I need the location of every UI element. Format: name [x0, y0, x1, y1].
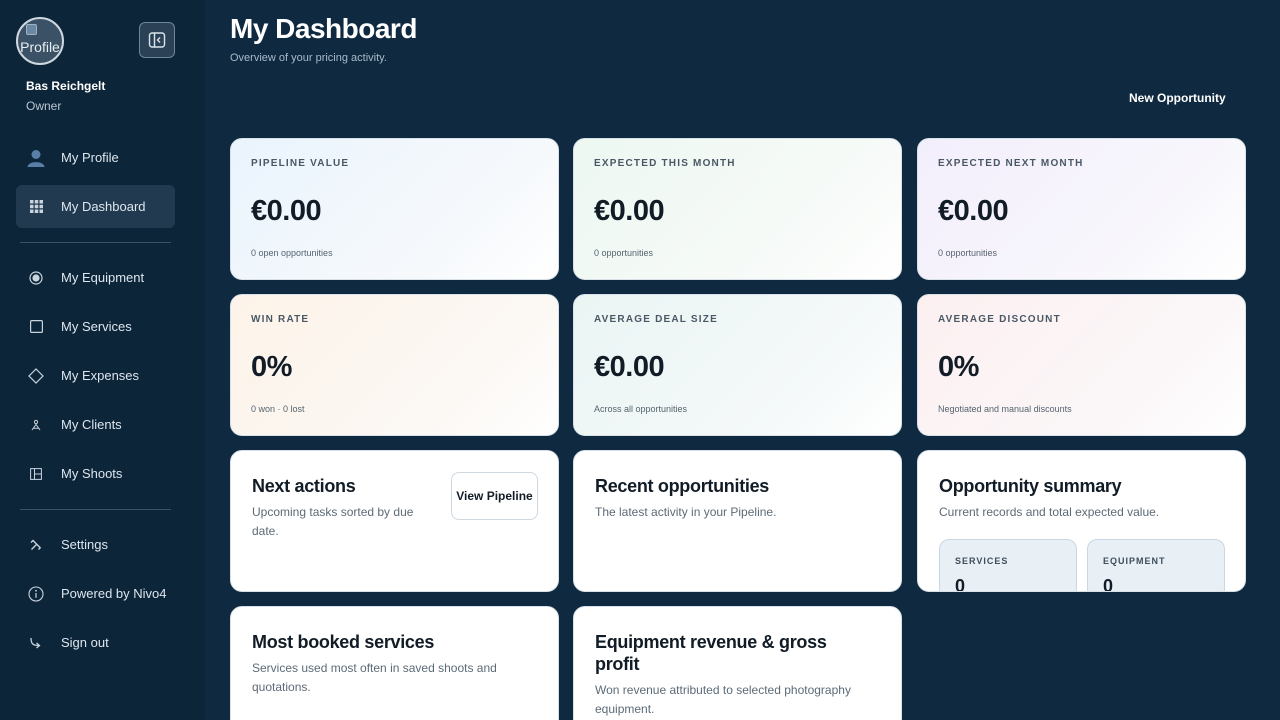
sidebar-item-label: My Equipment — [61, 270, 145, 285]
most-booked-services-panel: Most booked services Services used most … — [230, 606, 559, 720]
summary-tile-value: 0 — [1103, 576, 1114, 592]
panel-description: Won revenue attributed to selected photo… — [595, 683, 851, 716]
sidebar-collapse-icon — [148, 32, 166, 48]
square-icon — [26, 320, 46, 333]
stat-value: 0% — [251, 351, 292, 383]
sidebar-item-label: My Shoots — [61, 466, 123, 481]
sidebar-item-sign-out[interactable]: Sign out — [16, 621, 175, 664]
user-role: Owner — [26, 99, 62, 113]
stat-card-expected-next-month: EXPECTED NEXT MONTH €0.00 0 opportunitie… — [917, 138, 1246, 280]
panel-title: Equipment revenue & gross profit — [595, 632, 827, 674]
stat-label: EXPECTED NEXT MONTH — [938, 158, 1084, 169]
film-icon — [26, 467, 46, 480]
stat-card-average-deal-size: AVERAGE DEAL SIZE €0.00 Across all oppor… — [573, 294, 902, 436]
panel-description: The latest activity in your Pipeline. — [595, 505, 777, 519]
panel-description: Current records and total expected value… — [939, 505, 1160, 519]
sidebar-item-label: Sign out — [61, 635, 109, 650]
stat-label: AVERAGE DEAL SIZE — [594, 314, 718, 325]
stat-label: PIPELINE VALUE — [251, 158, 350, 169]
recent-opportunities-panel: Recent opportunities The latest activity… — [573, 450, 902, 592]
person-icon — [26, 419, 46, 431]
stat-subtext: Negotiated and manual discounts — [938, 404, 1072, 414]
broken-image-icon — [26, 24, 37, 35]
stat-label: EXPECTED THIS MONTH — [594, 158, 736, 169]
sidebar: Profile Bas Reichgelt Owner My Profile M… — [0, 0, 205, 720]
next-actions-panel: Next actions Upcoming tasks sorted by du… — [230, 450, 559, 592]
stat-label: WIN RATE — [251, 314, 310, 325]
user-name: Bas Reichgelt — [26, 79, 106, 93]
summary-tile-label: EQUIPMENT — [1103, 556, 1166, 566]
avatar[interactable]: Profile — [16, 17, 64, 65]
camera-lens-icon — [26, 270, 46, 285]
opportunity-summary-panel: Opportunity summary Current records and … — [917, 450, 1246, 592]
summary-services-tile: SERVICES 0 — [939, 539, 1077, 592]
sidebar-item-label: Powered by Nivo4 — [61, 586, 167, 601]
sidebar-item-label: My Dashboard — [61, 199, 146, 214]
sidebar-item-powered-by[interactable]: Powered by Nivo4 — [16, 572, 175, 615]
sidebar-item-label: My Expenses — [61, 368, 140, 383]
diamond-icon — [26, 367, 46, 384]
stat-value: 0% — [938, 351, 979, 383]
stat-subtext: 0 opportunities — [938, 248, 998, 258]
sidebar-item-label: My Clients — [61, 417, 122, 432]
panel-title: Opportunity summary — [939, 476, 1122, 496]
panel-title: Recent opportunities — [595, 476, 770, 496]
panel-title: Most booked services — [252, 632, 435, 652]
stat-value: €0.00 — [251, 195, 322, 227]
sidebar-item-my-equipment[interactable]: My Equipment — [16, 256, 175, 299]
info-icon — [26, 585, 46, 602]
stat-subtext: 0 won · 0 lost — [251, 404, 305, 414]
sign-out-icon — [26, 637, 46, 649]
user-icon — [26, 148, 46, 168]
sidebar-item-my-services[interactable]: My Services — [16, 305, 175, 348]
stat-card-win-rate: WIN RATE 0% 0 won · 0 lost — [230, 294, 559, 436]
stat-subtext: 0 opportunities — [594, 248, 654, 258]
stat-subtext: 0 open opportunities — [251, 248, 333, 258]
sidebar-item-my-dashboard[interactable]: My Dashboard — [16, 185, 175, 228]
stat-card-pipeline-value: PIPELINE VALUE €0.00 0 open opportunitie… — [230, 138, 559, 280]
collapse-sidebar-button[interactable] — [139, 22, 175, 58]
panel-description: Upcoming tasks sorted by due date. — [252, 505, 414, 538]
sidebar-item-label: My Services — [61, 319, 132, 334]
stat-value: €0.00 — [938, 195, 1009, 227]
panel-description: Services used most often in saved shoots… — [252, 661, 497, 694]
avatar-alt-text: Profile — [20, 39, 60, 55]
page-subtitle: Overview of your pricing activity. — [230, 52, 387, 64]
stat-label: AVERAGE DISCOUNT — [938, 314, 1061, 325]
page-title: My Dashboard — [230, 13, 417, 44]
stat-card-expected-this-month: EXPECTED THIS MONTH €0.00 0 opportunitie… — [573, 138, 902, 280]
sidebar-divider — [20, 242, 171, 243]
stat-card-average-discount: AVERAGE DISCOUNT 0% Negotiated and manua… — [917, 294, 1246, 436]
sidebar-item-my-profile[interactable]: My Profile — [16, 136, 175, 179]
sidebar-item-my-clients[interactable]: My Clients — [16, 403, 175, 446]
view-pipeline-button[interactable]: View Pipeline — [451, 472, 538, 520]
summary-equipment-tile: EQUIPMENT 0 — [1087, 539, 1225, 592]
grid-icon — [26, 200, 46, 213]
panel-title: Next actions — [252, 476, 356, 496]
stat-subtext: Across all opportunities — [594, 404, 688, 414]
equipment-revenue-panel: Equipment revenue & gross profit Won rev… — [573, 606, 902, 720]
sidebar-item-settings[interactable]: Settings — [16, 523, 175, 566]
sidebar-item-my-shoots[interactable]: My Shoots — [16, 452, 175, 495]
new-opportunity-button[interactable]: New Opportunity — [1129, 91, 1226, 105]
stat-value: €0.00 — [594, 195, 665, 227]
summary-tile-value: 0 — [955, 576, 966, 592]
tools-icon — [26, 539, 46, 551]
sidebar-item-label: My Profile — [61, 150, 119, 165]
summary-tile-label: SERVICES — [955, 556, 1009, 566]
stat-value: €0.00 — [594, 351, 665, 383]
sidebar-divider — [20, 509, 171, 510]
sidebar-item-label: Settings — [61, 537, 108, 552]
sidebar-item-my-expenses[interactable]: My Expenses — [16, 354, 175, 397]
